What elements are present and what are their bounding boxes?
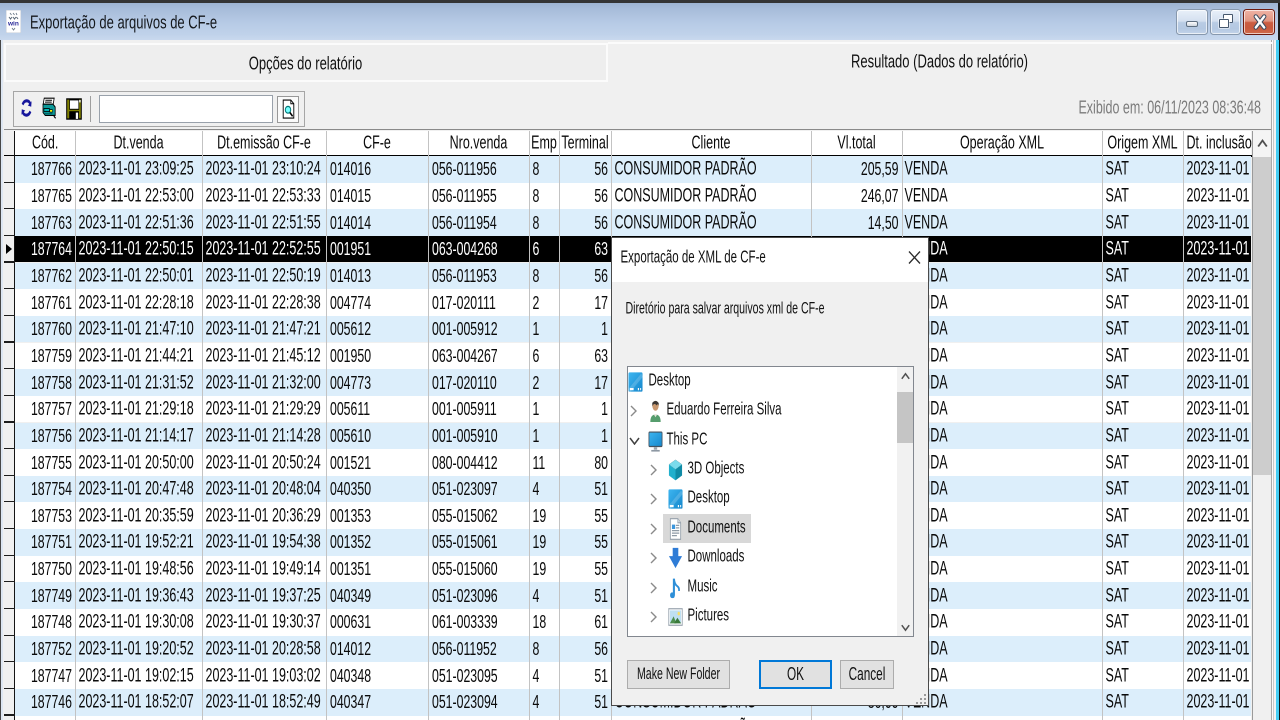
svg-text:win: win <box>7 21 19 28</box>
